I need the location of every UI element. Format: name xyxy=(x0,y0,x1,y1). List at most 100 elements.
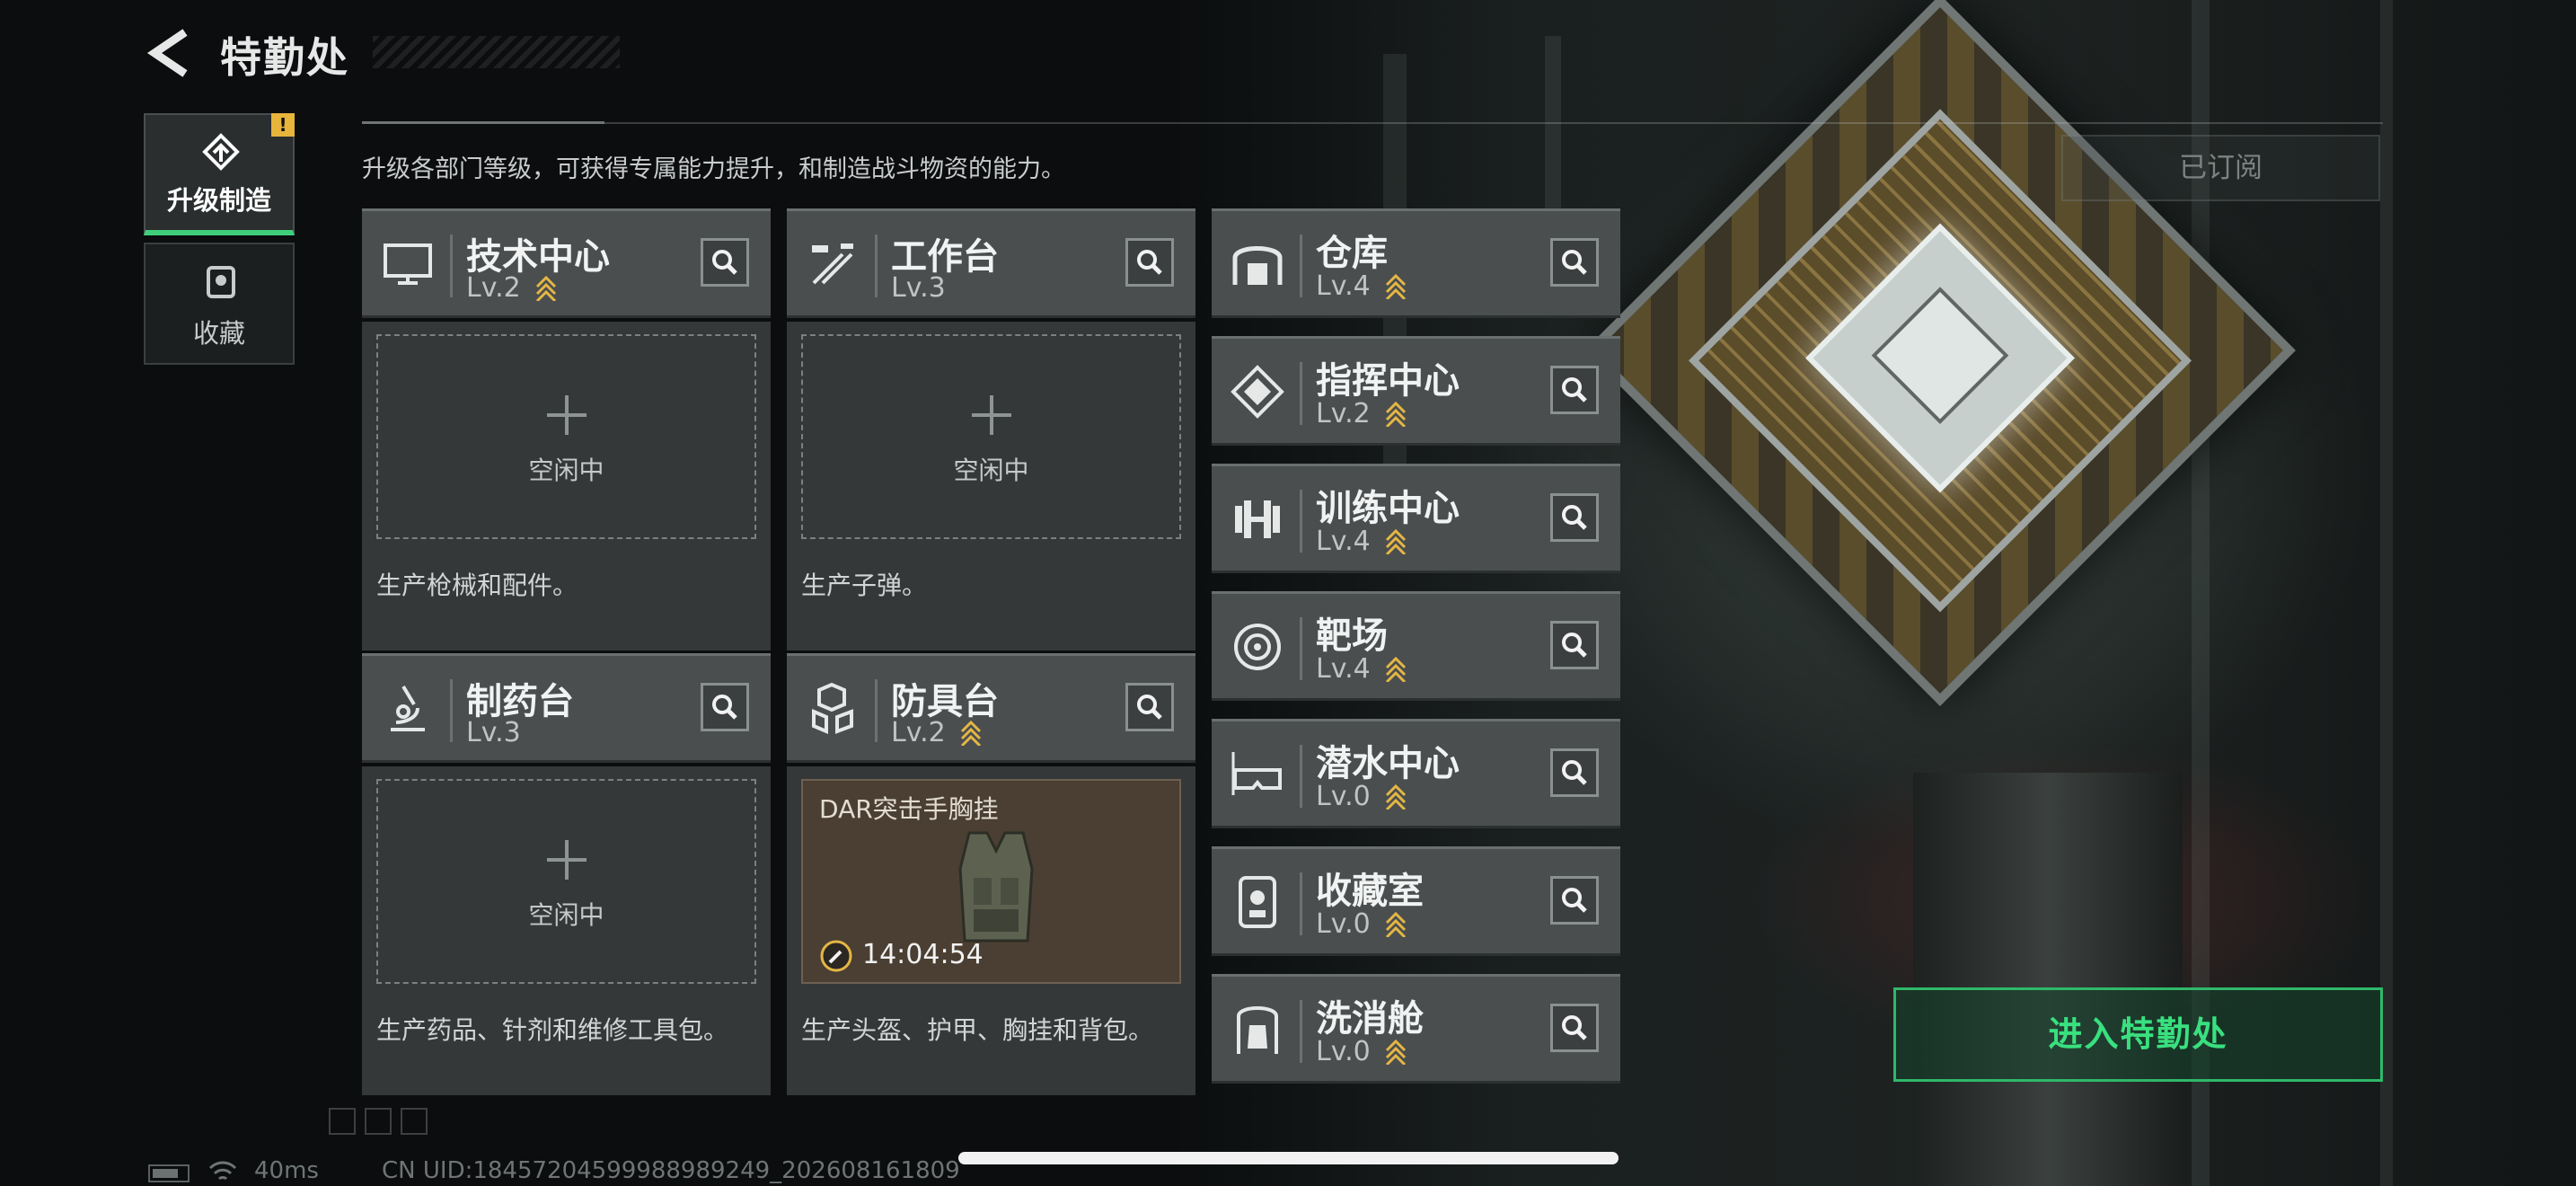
upgrade-arrow-icon xyxy=(1385,911,1407,937)
facility-name: 潜水中心 xyxy=(1316,743,1460,784)
inspect-button[interactable] xyxy=(1125,683,1174,731)
inspect-button[interactable] xyxy=(1125,238,1174,287)
warehouse-icon xyxy=(1232,246,1283,285)
alert-badge: ! xyxy=(271,113,295,137)
plus-icon xyxy=(972,395,1011,435)
inspect-button[interactable] xyxy=(1550,238,1599,287)
upgrade-arrow-icon xyxy=(1385,783,1407,810)
inspect-button[interactable] xyxy=(1550,1004,1599,1052)
upgrade-arrow-icon xyxy=(1385,528,1407,554)
tab-collection[interactable]: 收藏 xyxy=(144,243,295,365)
slot-status: 空闲中 xyxy=(953,456,1029,485)
upgrade-arrow-icon xyxy=(1385,656,1407,682)
command-icon xyxy=(1231,365,1284,419)
pillar-structure xyxy=(1913,773,2183,1186)
facility-command-center[interactable]: 指挥中心 Lv.2 xyxy=(1212,336,1620,446)
station-level: Lv.2 xyxy=(891,717,946,748)
facility-training-center[interactable]: 训练中心 Lv.4 xyxy=(1212,464,1620,573)
battery-icon xyxy=(148,1164,190,1182)
inspect-button[interactable] xyxy=(1550,493,1599,542)
station-header[interactable]: 防具台 Lv.2 xyxy=(787,653,1195,763)
station-header[interactable]: 技术中心 Lv.2 xyxy=(362,208,771,318)
magnifier-icon xyxy=(712,695,737,720)
facility-decon-pod[interactable]: 洗消舱 Lv.0 xyxy=(1212,974,1620,1084)
home-indicator[interactable] xyxy=(958,1152,1619,1164)
magnifier-icon xyxy=(712,250,737,275)
station-body: 空闲中 生产子弹。 xyxy=(787,322,1195,651)
wrench-timer-icon xyxy=(820,940,852,972)
decon-pod-icon xyxy=(1237,1006,1278,1054)
facility-level: Lv.2 xyxy=(1316,398,1371,429)
plus-icon xyxy=(547,395,587,435)
inspect-button[interactable] xyxy=(1550,748,1599,797)
facility-name: 仓库 xyxy=(1316,233,1388,274)
upgrade-arrow-icon xyxy=(1385,401,1407,427)
diving-goggles-icon xyxy=(1231,752,1282,795)
magnifier-icon xyxy=(1562,888,1587,913)
magnifier-icon xyxy=(1562,505,1587,530)
title-decoration xyxy=(373,36,620,68)
subscribed-button[interactable]: 已订阅 xyxy=(2061,135,2380,201)
inspect-button[interactable] xyxy=(701,238,749,287)
tab-label: 收藏 xyxy=(192,318,245,349)
station-level: Lv.3 xyxy=(466,717,521,748)
inspect-button[interactable] xyxy=(1550,876,1599,925)
microscope-icon xyxy=(391,685,425,731)
station-level: Lv.2 xyxy=(466,272,521,304)
page-title: 特勤处 xyxy=(220,33,349,82)
facility-shooting-range[interactable]: 靶场 Lv.4 xyxy=(1212,591,1620,701)
tab-upgrade-craft[interactable]: ! 升级制造 xyxy=(144,113,295,235)
magnifier-icon xyxy=(1137,250,1162,275)
ping-readout: 40ms xyxy=(254,1157,319,1184)
chest-rig-image xyxy=(958,831,1034,943)
armor-icon xyxy=(812,682,853,735)
station-description: 生产枪械和配件。 xyxy=(376,571,578,600)
craft-slot-empty[interactable]: 空闲中 xyxy=(801,334,1181,539)
upgrade-arrow-icon xyxy=(535,275,557,301)
inspect-button[interactable] xyxy=(1550,366,1599,414)
facility-warehouse[interactable]: 仓库 Lv.4 xyxy=(1212,208,1620,318)
plus-icon xyxy=(547,840,587,880)
facility-level: Lv.0 xyxy=(1316,1036,1371,1067)
tab-label: 升级制造 xyxy=(166,185,271,216)
inspect-button[interactable] xyxy=(1550,621,1599,669)
station-header[interactable]: 工作台 Lv.3 xyxy=(787,208,1195,318)
facility-name: 训练中心 xyxy=(1316,488,1460,529)
monitor-icon xyxy=(384,243,432,285)
magnifier-icon xyxy=(1562,760,1587,785)
display-case-icon xyxy=(1239,876,1276,928)
upgrade-craft-icon xyxy=(202,133,240,171)
crafting-slot[interactable]: DAR突击手胸挂 14:04:54 xyxy=(801,779,1181,984)
slot-status: 空闲中 xyxy=(528,900,604,930)
crafting-item-name: DAR突击手胸挂 xyxy=(819,794,999,824)
user-uid: CN UID:18457204599988989249_202608161809 xyxy=(382,1157,960,1184)
magnifier-icon xyxy=(1137,695,1162,720)
station-header[interactable]: 制药台 Lv.3 xyxy=(362,653,771,763)
facility-diving-center[interactable]: 潜水中心 Lv.0 xyxy=(1212,719,1620,828)
facility-level: Lv.0 xyxy=(1316,908,1371,940)
facility-collection-room[interactable]: 收藏室 Lv.0 xyxy=(1212,846,1620,956)
crafting-timer: 14:04:54 xyxy=(862,939,984,970)
facility-name: 洗消舱 xyxy=(1316,998,1424,1040)
station-description: 生产头盔、护甲、胸挂和背包。 xyxy=(801,1015,1154,1045)
inspect-button[interactable] xyxy=(701,683,749,731)
upgrade-arrow-icon xyxy=(1385,1039,1407,1065)
magnifier-icon xyxy=(1562,250,1587,275)
status-icons xyxy=(329,1108,428,1135)
divider xyxy=(362,122,2383,124)
facility-level: Lv.4 xyxy=(1316,526,1371,557)
station-description: 生产药品、针剂和维修工具包。 xyxy=(376,1015,729,1045)
station-body: DAR突击手胸挂 14:04:54 生产头盔、护甲、胸挂和背包。 xyxy=(787,766,1195,1095)
target-icon xyxy=(1234,624,1281,670)
divider-accent xyxy=(362,121,604,124)
enter-special-ops-button[interactable]: 进入特勤处 xyxy=(1893,987,2383,1082)
back-arrow-icon[interactable] xyxy=(146,27,190,79)
station-level: Lv.3 xyxy=(891,272,946,304)
dumbbell-icon xyxy=(1235,500,1280,538)
craft-slot-empty[interactable]: 空闲中 xyxy=(376,334,756,539)
station-description: 生产子弹。 xyxy=(801,571,928,600)
upgrade-arrow-icon xyxy=(1385,273,1407,299)
craft-slot-empty[interactable]: 空闲中 xyxy=(376,779,756,984)
station-body: 空闲中 生产药品、针剂和维修工具包。 xyxy=(362,766,771,1095)
tools-icon xyxy=(812,243,853,285)
